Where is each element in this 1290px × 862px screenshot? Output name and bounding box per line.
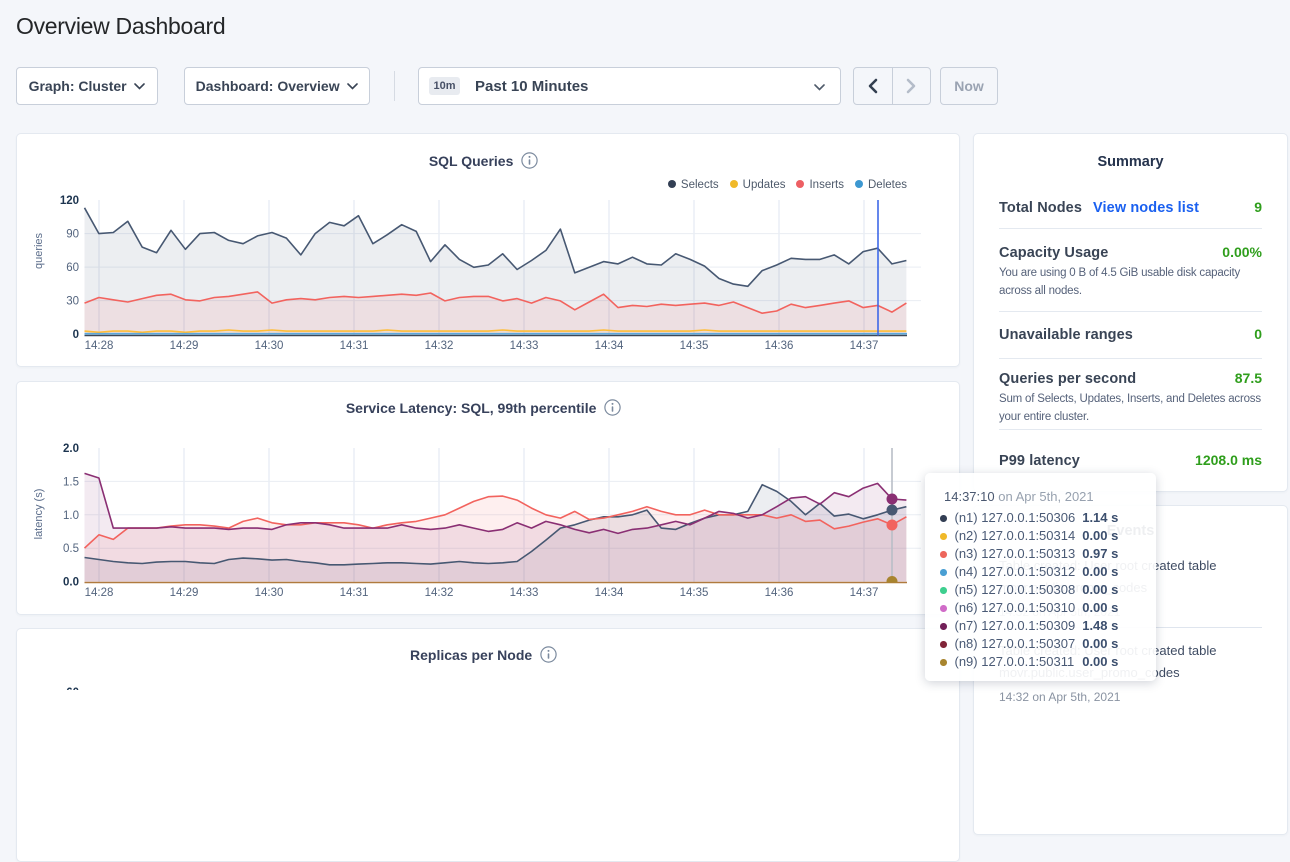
svg-text:14:35: 14:35 xyxy=(680,587,709,599)
svg-text:14:28: 14:28 xyxy=(85,587,114,599)
svg-text:2.0: 2.0 xyxy=(63,443,79,455)
svg-text:60: 60 xyxy=(66,262,79,274)
svg-text:0.5: 0.5 xyxy=(63,543,79,555)
svg-text:14:33: 14:33 xyxy=(510,587,539,599)
svg-text:30: 30 xyxy=(66,296,79,308)
svg-text:14:33: 14:33 xyxy=(510,340,539,352)
svg-text:14:37: 14:37 xyxy=(850,340,879,352)
svg-text:14:30: 14:30 xyxy=(255,340,284,352)
svg-text:120: 120 xyxy=(60,195,79,207)
svg-text:14:34: 14:34 xyxy=(595,587,624,599)
svg-text:14:31: 14:31 xyxy=(340,587,369,599)
svg-text:14:31: 14:31 xyxy=(340,340,369,352)
svg-text:latency (s): latency (s) xyxy=(33,489,45,540)
svg-text:queries: queries xyxy=(33,232,45,269)
svg-text:14:34: 14:34 xyxy=(595,340,624,352)
svg-text:14:35: 14:35 xyxy=(680,340,709,352)
svg-text:1.0: 1.0 xyxy=(63,510,79,522)
svg-text:14:37: 14:37 xyxy=(850,587,879,599)
svg-text:0: 0 xyxy=(73,329,79,341)
svg-text:90: 90 xyxy=(66,229,79,241)
svg-text:14:29: 14:29 xyxy=(170,587,199,599)
svg-text:1.5: 1.5 xyxy=(63,476,79,488)
svg-text:14:28: 14:28 xyxy=(85,340,114,352)
svg-text:0.0: 0.0 xyxy=(63,577,79,589)
svg-text:14:30: 14:30 xyxy=(255,587,284,599)
svg-text:14:32: 14:32 xyxy=(425,340,454,352)
svg-text:14:32: 14:32 xyxy=(425,587,454,599)
svg-text:14:36: 14:36 xyxy=(765,587,794,599)
svg-text:14:29: 14:29 xyxy=(170,340,199,352)
svg-text:14:36: 14:36 xyxy=(765,340,794,352)
